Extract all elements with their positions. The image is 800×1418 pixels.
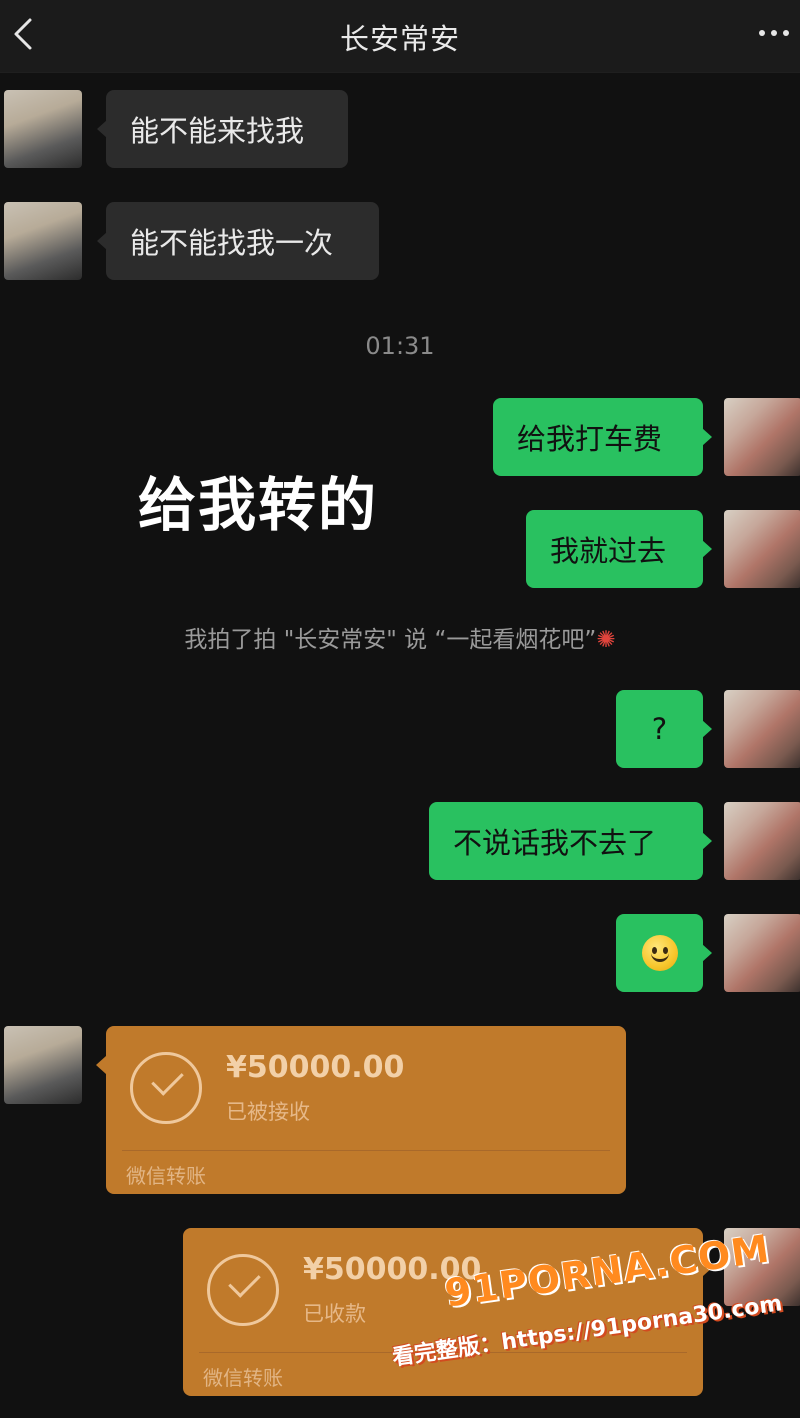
pat-system-message: 我拍了拍 "长安常安" 说 “一起看烟花吧”✺ xyxy=(0,620,800,654)
message-text: 能不能来找我 xyxy=(130,114,305,148)
self-avatar[interactable] xyxy=(724,690,800,768)
message-bubble-sent[interactable]: ? xyxy=(616,690,712,768)
more-dot-icon xyxy=(771,30,777,36)
transfer-divider xyxy=(122,1150,610,1151)
message-text: 我就过去 xyxy=(550,534,667,568)
system-message-text: 我拍了拍 "长安常安" 说 “一起看烟花吧” xyxy=(184,627,597,653)
more-dot-icon xyxy=(783,30,789,36)
overlay-caption: 给我转的 xyxy=(138,471,379,539)
message-timestamp: 01:31 xyxy=(365,332,435,360)
message-bubble-received[interactable]: 能不能找我一次 xyxy=(97,202,379,280)
firework-icon: ✺ xyxy=(596,627,616,653)
transfer-amount: ¥50000.00 xyxy=(226,1050,405,1085)
transfer-status: 已收款 xyxy=(303,1302,366,1326)
check-circle-icon xyxy=(207,1254,279,1326)
contact-avatar[interactable] xyxy=(4,1026,82,1104)
message-text: 不说话我不去了 xyxy=(453,826,657,860)
self-avatar[interactable] xyxy=(724,398,800,476)
more-button[interactable] xyxy=(754,22,794,44)
self-avatar[interactable] xyxy=(724,802,800,880)
self-avatar[interactable] xyxy=(724,914,800,992)
contact-avatar[interactable] xyxy=(4,90,82,168)
transfer-label: 微信转账 xyxy=(126,1164,206,1188)
message-bubble-received[interactable]: 能不能来找我 xyxy=(97,90,348,168)
more-dot-icon xyxy=(759,30,765,36)
message-bubble-sent[interactable]: 给我打车费 xyxy=(493,398,712,476)
message-bubble-sent[interactable] xyxy=(616,914,712,992)
smile-emoji-icon xyxy=(641,935,678,971)
transfer-status: 已被接收 xyxy=(226,1100,310,1124)
contact-avatar[interactable] xyxy=(4,202,82,280)
message-bubble-sent[interactable]: 我就过去 xyxy=(526,510,712,588)
chat-screen: 长安常安 能不能来找我 能不能找我一次 01:31 给我打车费 给我转的 我就过… xyxy=(0,0,800,1418)
self-avatar[interactable] xyxy=(724,510,800,588)
transfer-card-received[interactable]: ¥50000.00 已被接收 微信转账 xyxy=(96,1026,626,1194)
message-text: ? xyxy=(651,712,668,746)
chat-title: 长安常安 xyxy=(339,22,460,56)
chat-header: 长安常安 xyxy=(0,0,800,73)
transfer-label: 微信转账 xyxy=(203,1366,283,1390)
check-circle-icon xyxy=(130,1052,202,1124)
message-text: 能不能找我一次 xyxy=(130,226,334,260)
message-text: 给我打车费 xyxy=(517,422,663,456)
message-bubble-sent[interactable]: 不说话我不去了 xyxy=(429,802,712,880)
